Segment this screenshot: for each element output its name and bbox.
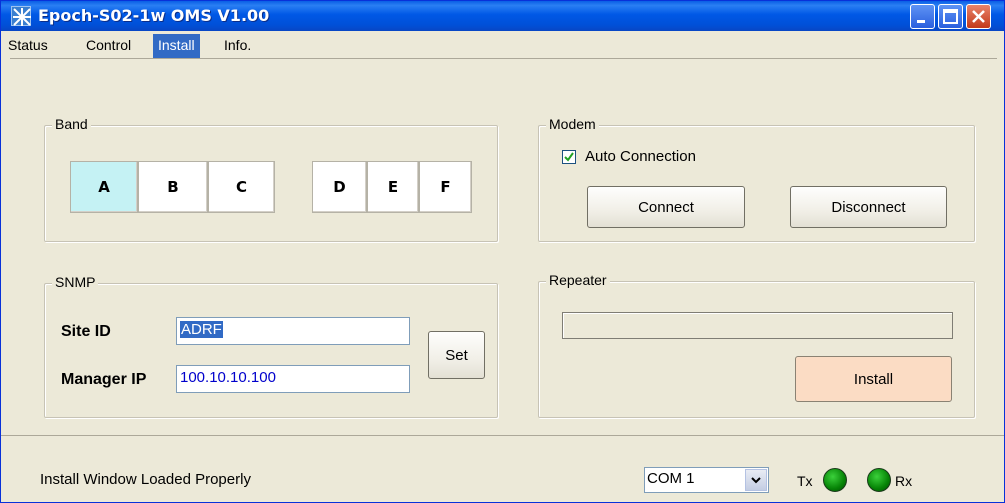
rx-label: Rx: [895, 473, 913, 489]
snmp-group-label: SNMP: [52, 274, 99, 290]
tx-label: Tx: [797, 473, 813, 489]
manager-ip-field[interactable]: 100.10.10.100: [176, 365, 410, 393]
rx-led-icon: [867, 468, 891, 492]
main-window: Epoch-S02-1w OMS V1.00 Status Control In…: [0, 0, 1005, 503]
disconnect-button[interactable]: Disconnect: [790, 186, 947, 228]
band-e-button[interactable]: E: [367, 161, 419, 213]
minimize-button[interactable]: [910, 4, 935, 29]
chevron-down-icon[interactable]: [745, 469, 767, 491]
com-port-value: COM 1: [647, 470, 695, 487]
manager-ip-label: Manager IP: [61, 371, 147, 388]
install-button[interactable]: Install: [795, 356, 952, 402]
menu-install[interactable]: Install: [153, 34, 200, 58]
checkmark-icon: [564, 152, 574, 162]
band-b-button[interactable]: B: [138, 161, 208, 213]
modem-group-label: Modem: [546, 116, 599, 132]
connect-button[interactable]: Connect: [587, 186, 745, 228]
site-id-field[interactable]: ADRF: [176, 317, 410, 345]
tx-led-icon: [823, 468, 847, 492]
auto-connection-checkbox[interactable]: [562, 150, 576, 164]
site-id-value: ADRF: [180, 321, 223, 338]
band-group-label: Band: [52, 116, 91, 132]
band-c-button[interactable]: C: [208, 161, 275, 213]
repeater-group-label: Repeater: [546, 272, 610, 288]
com-port-select[interactable]: COM 1: [644, 467, 769, 493]
set-button[interactable]: Set: [428, 331, 485, 379]
app-icon: [11, 6, 31, 26]
window-title: Epoch-S02-1w OMS V1.00: [38, 6, 270, 25]
status-separator: [1, 435, 1004, 436]
menu-control[interactable]: Control: [81, 34, 136, 58]
auto-connection-label[interactable]: Auto Connection: [585, 148, 696, 165]
band-d-button[interactable]: D: [312, 161, 367, 213]
menu-status[interactable]: Status: [3, 34, 53, 58]
band-f-button[interactable]: F: [419, 161, 472, 213]
close-button[interactable]: [966, 4, 991, 29]
maximize-button[interactable]: [938, 4, 963, 29]
status-message: Install Window Loaded Properly: [40, 471, 251, 488]
title-bar[interactable]: Epoch-S02-1w OMS V1.00: [1, 1, 1004, 31]
site-id-label: Site ID: [61, 323, 111, 340]
band-a-button[interactable]: A: [70, 161, 138, 213]
install-progress-bar: [562, 312, 953, 339]
menu-info[interactable]: Info.: [219, 34, 256, 58]
